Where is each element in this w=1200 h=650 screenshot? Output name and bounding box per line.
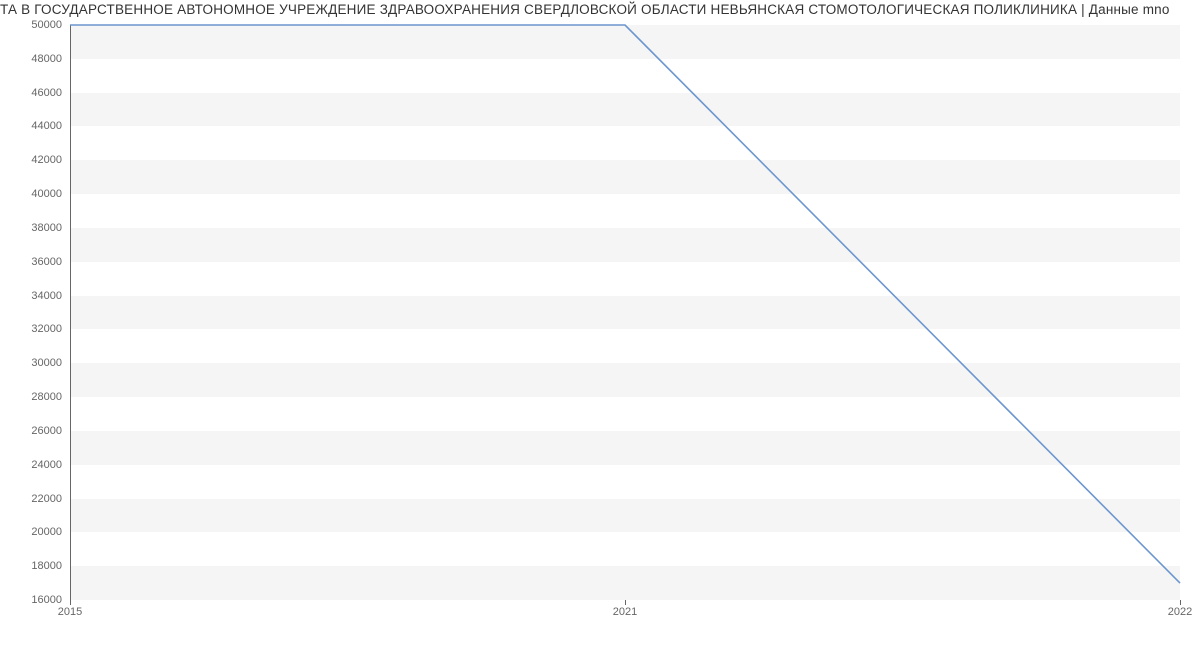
y-tick-label: 46000 <box>0 87 62 99</box>
y-tick-label: 38000 <box>0 222 62 234</box>
chart-title: ТА В ГОСУДАРСТВЕННОЕ АВТОНОМНОЕ УЧРЕЖДЕН… <box>0 0 1200 20</box>
y-tick-label: 32000 <box>0 323 62 335</box>
x-tick-label: 2021 <box>613 606 637 618</box>
y-tick-label: 42000 <box>0 154 62 166</box>
y-tick-label: 36000 <box>0 256 62 268</box>
x-tick-mark <box>1180 600 1181 605</box>
chart-container: ТА В ГОСУДАРСТВЕННОЕ АВТОНОМНОЕ УЧРЕЖДЕН… <box>0 0 1200 650</box>
y-tick-label: 40000 <box>0 188 62 200</box>
y-tick-label: 30000 <box>0 357 62 369</box>
x-tick-mark <box>70 600 71 605</box>
y-tick-label: 16000 <box>0 594 62 606</box>
y-tick-label: 34000 <box>0 290 62 302</box>
x-tick-label: 2015 <box>58 606 82 618</box>
y-tick-label: 50000 <box>0 19 62 31</box>
x-tick-label: 2022 <box>1168 606 1192 618</box>
y-tick-label: 44000 <box>0 120 62 132</box>
series-line <box>70 25 1180 583</box>
y-tick-label: 24000 <box>0 459 62 471</box>
y-tick-label: 28000 <box>0 391 62 403</box>
x-tick-mark <box>625 600 626 605</box>
y-tick-label: 26000 <box>0 425 62 437</box>
y-tick-label: 18000 <box>0 560 62 572</box>
line-series <box>70 25 1180 600</box>
y-tick-label: 20000 <box>0 526 62 538</box>
y-tick-label: 22000 <box>0 493 62 505</box>
y-tick-label: 48000 <box>0 53 62 65</box>
